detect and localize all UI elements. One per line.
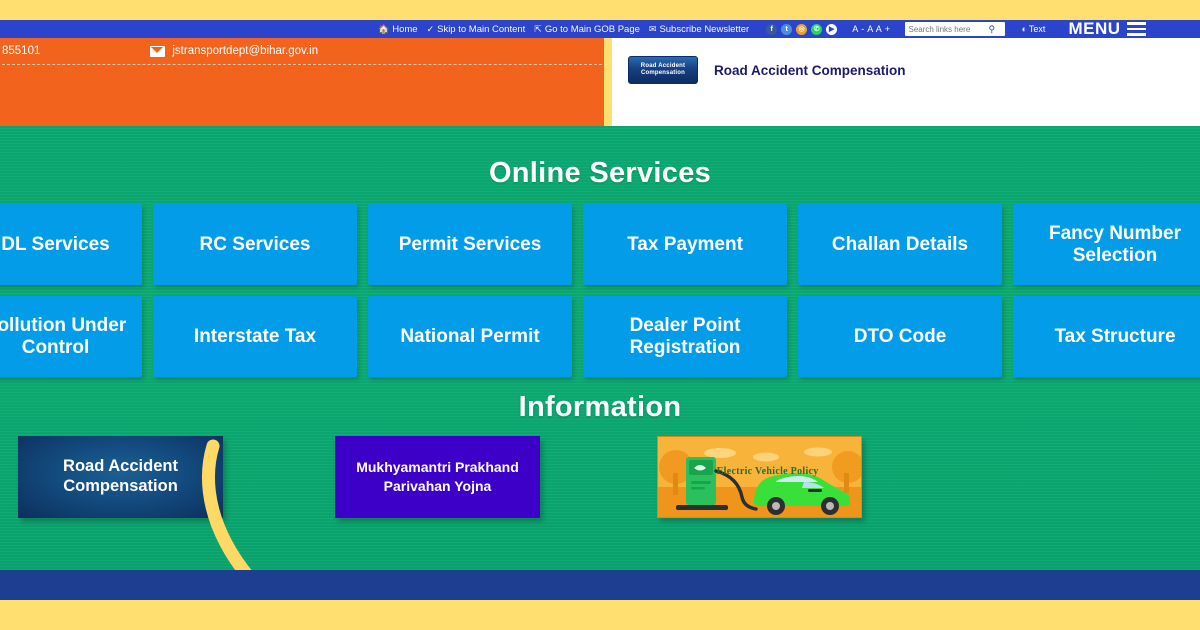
service-tile-dl-services[interactable]: DL Services [0,204,142,285]
menu-label: MENU [1068,20,1121,38]
service-tile-dto-code[interactable]: DTO Code [798,296,1002,377]
main-green-section: Online Services DL Services RC Services … [0,126,1200,630]
mukhyamantri-prakhand-parivahan-yojna-banner[interactable]: Mukhyamantri Prakhand Parivahan Yojna [335,436,540,518]
social-icons: f t ◎ ✆ ▶ [766,23,838,35]
divider [2,64,602,65]
road-accident-compensation-banner[interactable]: Road Accident Compensation [18,436,223,518]
service-tile-permit-services[interactable]: Permit Services [368,204,572,285]
search-box[interactable]: ⚲ [905,22,1006,36]
badge-line-2: Compensation [640,70,686,76]
youtube-icon[interactable]: ▶ [826,23,838,35]
online-services-heading: Online Services [488,157,712,189]
information-heading: Information [518,391,682,423]
service-tile-fancy-number-selection[interactable]: Fancy Number Selection [1013,204,1200,285]
road-accident-compensation-badge-icon[interactable]: Road Accident Compensation [628,56,698,84]
whatsapp-icon[interactable]: ✆ [811,23,823,35]
online-services-grid: DL Services RC Services Permit Services … [0,204,1200,377]
electric-vehicle-policy-banner[interactable]: Electric Vehicle Policy [657,436,862,518]
information-banners: Road Accident Compensation Mukhyamantri … [0,436,1200,518]
search-icon[interactable]: ⚲ [988,24,995,35]
service-tile-pollution-under-control[interactable]: Pollution Under Control [0,296,142,377]
phone-number: 855101 [2,45,41,57]
nav-link-go-to-main-gob-page[interactable]: ⇱ Go to Main GOB Page [534,24,640,35]
utility-nav: 🏠 Home ✓ Skip to Main Content ⇱ Go to Ma… [0,20,1200,38]
service-tile-tax-payment[interactable]: Tax Payment [583,204,787,285]
nav-link-home[interactable]: 🏠 Home [378,24,418,35]
footer-blue-bar [0,570,1200,600]
facebook-icon[interactable]: f [766,23,778,35]
highlight-card-title[interactable]: Road Accident Compensation [714,63,906,78]
instagram-icon[interactable]: ◎ [796,23,808,35]
twitter-icon[interactable]: t [781,23,793,35]
electric-vehicle-policy-label: Electric Vehicle Policy [716,465,819,477]
badge-line-1: Road Accident [640,62,686,69]
service-tile-dealer-point-registration[interactable]: Dealer Point Registration [583,296,787,377]
nav-link-home-label: Home [392,23,418,35]
electric-vehicle-illustration [659,447,861,515]
nav-link-newsletter-label: Subscribe Newsletter [659,23,750,35]
top-yellow-band [0,0,1200,20]
service-tile-national-permit[interactable]: National Permit [368,296,572,377]
nav-link-gob-label: Go to Main GOB Page [544,23,640,35]
contrast-icon: ◐ [1021,23,1027,34]
service-tile-tax-structure[interactable]: Tax Structure [1013,296,1200,377]
orange-header-panel: 855101 jstransportdept@bihar.gov.in one … [0,38,604,126]
email-address: jstransportdept@bihar.gov.in [172,45,319,57]
service-tile-row-1: DL Services RC Services Permit Services … [0,204,1200,285]
contact-row: 855101 jstransportdept@bihar.gov.in [0,38,604,64]
external-link-icon: ⇱ [534,23,542,34]
bottom-yellow-band [0,600,1200,630]
service-tile-rc-services[interactable]: RC Services [153,204,357,285]
highlight-card: Road Accident Compensation Road Accident… [612,38,1200,126]
nav-link-skip-label: Skip to Main Content [437,23,526,35]
menu-button[interactable]: MENU [1068,20,1146,38]
service-tile-row-2: Pollution Under Control Interstate Tax N… [0,296,1200,377]
utility-nav-links: 🏠 Home ✓ Skip to Main Content ⇱ Go to Ma… [378,20,1146,38]
text-toggle-label: Text [1028,24,1046,34]
service-tile-challan-details[interactable]: Challan Details [798,204,1002,285]
skip-icon: ✓ [426,23,435,34]
hamburger-icon[interactable] [1126,22,1146,36]
home-icon: 🏠 [378,23,390,34]
envelope-icon: ✉ [648,23,657,34]
font-size-controls[interactable]: A - A A + [852,24,890,34]
nav-link-skip-to-main-content[interactable]: ✓ Skip to Main Content [427,24,526,35]
search-input[interactable] [908,24,989,34]
service-tile-interstate-tax[interactable]: Interstate Tax [153,296,357,377]
email-block[interactable]: jstransportdept@bihar.gov.in [150,45,318,57]
text-contrast-toggle[interactable]: ◐ Text [1021,24,1045,34]
nav-link-subscribe-newsletter[interactable]: ✉ Subscribe Newsletter [649,24,749,35]
envelope-icon [150,45,166,57]
